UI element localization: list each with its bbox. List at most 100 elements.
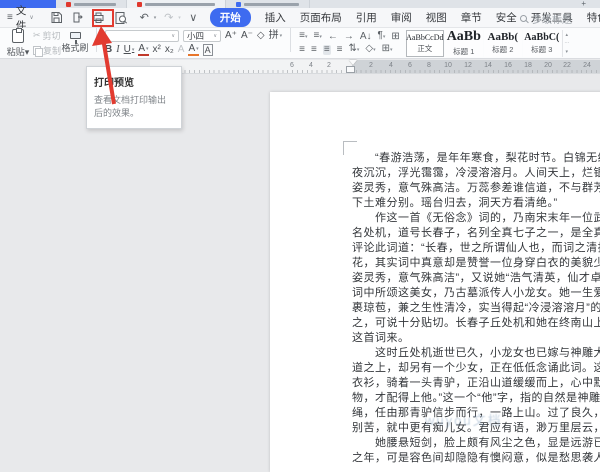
cut-button[interactable]: ✂ 剪切	[33, 29, 61, 42]
search-icon	[520, 15, 527, 22]
subscript-button[interactable]: x₂	[165, 45, 174, 55]
style-gallery: AaBbCcDd 正文 AaBb 标题 1 AaBb( 标题 2 AaBbC( …	[405, 28, 571, 58]
horizontal-ruler[interactable]: 6 4 2 2 4 6 8 10 12 14 16 18 20 22 24	[150, 60, 600, 74]
text-line: 衣衫，骑着一头青驴，正沿山道缓缓而上，心中默想：	[352, 377, 600, 389]
borders-button[interactable]: ⊞▾	[382, 44, 393, 55]
hanging-indent-marker[interactable]	[346, 66, 355, 73]
text-line: 夜沉沉，浮光霭霭，冷浸溶溶月。人间天上，烂银霞照通彻	[352, 167, 600, 179]
text-line: 下土难分别。瑶台归去，洞天方看清绝。”	[352, 197, 558, 209]
first-line-indent-marker[interactable]	[349, 60, 357, 65]
chevron-down-icon: ∨	[213, 33, 218, 39]
text-line: 这时丘处机逝世已久，小龙女也已嫁与神雕大侠杨过	[375, 347, 600, 359]
writer-doc-icon	[66, 1, 71, 7]
insert-table-icon[interactable]: ⊞	[391, 31, 399, 42]
quick-access-toolbar: ↶ ▾ ↷ ▾ ∨	[48, 9, 202, 27]
save-button[interactable]	[48, 10, 65, 26]
style-heading2[interactable]: AaBb( 标题 2	[483, 29, 522, 57]
text-line: 裹琼苞，兼之生性清冷，实当得起“冷浸溶溶月”的形容	[352, 302, 600, 314]
increase-indent-button[interactable]: →	[344, 31, 354, 42]
italic-button[interactable]: I	[116, 45, 119, 55]
tab-view[interactable]: 视图	[426, 10, 447, 25]
line-spacing-button[interactable]: ⇅▾	[349, 44, 360, 55]
copy-icon	[33, 46, 43, 57]
scissors-icon: ✂	[33, 30, 41, 40]
writer-doc-icon	[137, 1, 142, 7]
document-tab[interactable]	[56, 0, 127, 8]
style-normal[interactable]: AaBbCcDd 正文	[405, 29, 444, 57]
document-workspace: “春游浩荡，是年年寒食，梨花时节。白锦无纹香烂漫 夜沉沉，浮光霭霭，冷浸溶溶月。…	[0, 74, 600, 472]
text-line: 这首词来。	[352, 332, 410, 344]
paste-icon	[12, 27, 24, 43]
redo-dropdown[interactable]: ▾	[178, 15, 181, 21]
tooltip-title: 打印预览	[94, 78, 134, 89]
strikethrough-button[interactable]: A ▾	[138, 44, 149, 56]
bold-button[interactable]: B	[105, 45, 112, 55]
document-page[interactable]: “春游浩荡，是年年寒食，梨花时节。白锦无纹香烂漫 夜沉沉，浮光霭霭，冷浸溶溶月。…	[270, 92, 600, 472]
style-heading1[interactable]: AaBb 标题 1	[444, 29, 483, 57]
character-border-button[interactable]: A	[202, 44, 213, 56]
text-line: 姿灵秀，意气殊高洁”，又说她“浩气清英，仙才卓荦	[352, 272, 600, 284]
char-tool-button[interactable]: A	[178, 45, 185, 55]
numbered-list-button[interactable]: ≡▾	[314, 31, 322, 42]
tab-page-layout[interactable]: 页面布局	[300, 10, 342, 25]
bullet-list-button[interactable]: ≡▾	[299, 31, 307, 42]
text-line: 之，可说十分贴切。长春子丘处机和她在终南山上比邻	[352, 317, 600, 329]
text-line: 名处机，道号长春子，名列全真七子之一，是全真教中	[352, 227, 600, 239]
new-tab-button[interactable]: +	[581, 0, 600, 8]
export-pdf-button[interactable]	[69, 10, 86, 26]
tab-security[interactable]: 安全	[496, 10, 517, 25]
copy-button[interactable]: 复制	[33, 44, 61, 57]
wps-writer-window: { "tabbar": { "new_tab": "+" }, "menubar…	[0, 0, 600, 472]
style-heading3[interactable]: AaBbC( 标题 3	[522, 29, 561, 57]
tab-references[interactable]: 引用	[356, 10, 377, 25]
tab-insert[interactable]: 插入	[265, 10, 286, 25]
justify-button[interactable]: ≡	[322, 44, 331, 55]
text-line: 物，才配得上他。”这一个“他”字，指的自然是神雕	[352, 392, 600, 404]
redo-button[interactable]: ↷	[160, 10, 177, 26]
menu-bar: ≡ 文件 ∨ ↶ ▾ ↷ ▾ ∨ 开始 插入 页面布局 引用 审阅 视图 章节 安全…	[0, 5, 600, 32]
text-line: 道之上，却另有一个少女，正在低低念诵此词。这少女	[352, 362, 600, 374]
pinyin-guide-button[interactable]: 拼 ▾	[269, 31, 283, 41]
align-center-button[interactable]: ≡	[311, 44, 317, 55]
customize-quickbar-button[interactable]: ∨	[185, 10, 202, 26]
text-line: 她腰悬短剑，脸上颇有风尘之色，显是远游已久	[375, 437, 600, 449]
tab-home[interactable]: 开始	[209, 8, 251, 27]
chevron-down-icon: ∨	[29, 15, 34, 21]
text-line: 花，其实词中真意却是赞誉一位身穿白衣的美貌少女	[352, 257, 600, 269]
show-marks-button[interactable]: ¶▾	[378, 31, 386, 42]
tab-section[interactable]: 章节	[461, 10, 482, 25]
home-ribbon: 粘贴▾ ✂ 剪切 复制 格式刷 ∨ 小四 ∨ A⁺ A⁻ ◇ 拼 ▾ B I U ▾ A…	[0, 27, 600, 59]
format-painter-button[interactable]: 格式刷	[61, 32, 89, 54]
font-size-select[interactable]: 小四 ∨	[183, 30, 222, 42]
distribute-button[interactable]: ≡	[337, 44, 343, 55]
brush-icon	[69, 32, 81, 44]
clear-format-button[interactable]: ◇	[257, 31, 265, 41]
undo-dropdown[interactable]: ▾	[154, 15, 157, 21]
tab-review[interactable]: 审阅	[391, 10, 412, 25]
tooltip-body: 查看文档打印输出后的效果。	[94, 95, 167, 118]
underline-button[interactable]: U ▾	[124, 45, 135, 55]
decrease-indent-button[interactable]: ←	[328, 31, 338, 42]
command-search[interactable]: 多级标题	[520, 11, 572, 26]
watermark: wuyou文档	[425, 413, 503, 428]
paragraph-group: ≡▾ ≡▾ ← → A↓ ¶▾ ⊞ ≡ ≡ ≡ ≡ ⇅▾ ◇▾ ⊞▾	[295, 28, 404, 58]
style-gallery-scroll[interactable]: ▴ ⋯ ▾	[561, 29, 571, 57]
document-tab[interactable]	[226, 0, 310, 8]
sort-button[interactable]: A↓	[360, 31, 372, 42]
document-tab-strip: +	[0, 0, 600, 8]
document-tab-active[interactable]	[127, 0, 226, 8]
grow-font-button[interactable]: A⁺	[225, 31, 237, 41]
tab-special-features[interactable]: 特色功能	[587, 10, 600, 25]
undo-button[interactable]: ↶	[136, 10, 153, 26]
doc-icon	[236, 1, 241, 7]
paste-button[interactable]: 粘贴▾	[3, 27, 33, 58]
highlight-color-button[interactable]: A ▾	[188, 44, 199, 56]
shrink-font-button[interactable]: A⁻	[241, 31, 253, 41]
font-name-select[interactable]: ∨	[105, 30, 180, 42]
superscript-button[interactable]: x²	[153, 45, 161, 55]
shading-button[interactable]: ◇▾	[365, 44, 375, 55]
font-group: ∨ 小四 ∨ A⁺ A⁻ ◇ 拼 ▾ B I U ▾ A ▾ x² x₂ A A ▾ A	[101, 28, 286, 58]
align-left-button[interactable]: ≡	[299, 44, 305, 55]
text-line: 评论此词道：“长春，世之所谓仙人也，而词之清拔如此	[352, 242, 600, 254]
text-line: 作这一首《无俗念》词的，乃南宋末年一位武学名家	[375, 212, 600, 224]
